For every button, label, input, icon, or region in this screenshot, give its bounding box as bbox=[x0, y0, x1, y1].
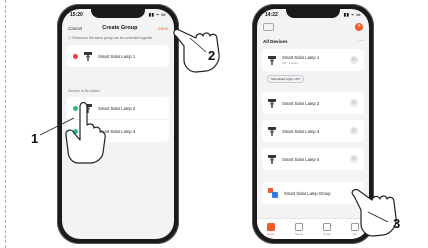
callout-lines bbox=[39, 37, 389, 223]
step-number-1: 1 bbox=[31, 131, 39, 146]
phone-notch bbox=[286, 9, 340, 18]
step-number-2: 2 bbox=[208, 48, 216, 63]
step-number-3: 3 bbox=[393, 216, 401, 231]
phone-notch bbox=[91, 9, 145, 18]
